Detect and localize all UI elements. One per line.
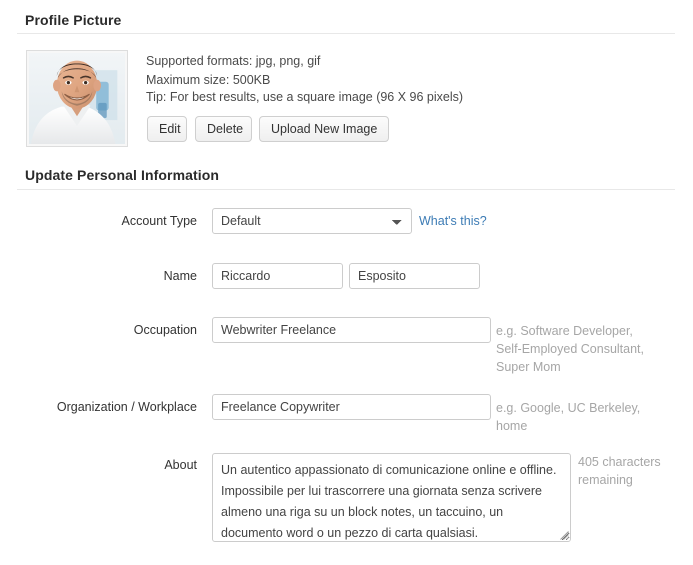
occupation-label: Occupation xyxy=(133,323,197,337)
account-type-label: Account Type xyxy=(121,214,197,228)
about-textarea[interactable] xyxy=(212,453,571,542)
delete-button[interactable]: Delete xyxy=(195,116,252,142)
organization-input[interactable] xyxy=(212,394,491,420)
profile-picture-divider xyxy=(17,33,675,34)
upload-new-image-button[interactable]: Upload New Image xyxy=(259,116,389,142)
supported-formats-text: Supported formats: jpg, png, gif xyxy=(146,54,321,68)
edit-button[interactable]: Edit xyxy=(147,116,187,142)
name-label: Name xyxy=(163,269,197,283)
profile-settings-page: Profile Picture Supported formats: jpg, … xyxy=(0,0,693,565)
last-name-input[interactable] xyxy=(349,263,480,289)
first-name-input[interactable] xyxy=(212,263,343,289)
update-personal-information-heading: Update Personal Information xyxy=(25,167,220,183)
occupation-input[interactable] xyxy=(212,317,491,343)
about-label: About xyxy=(164,458,197,472)
occupation-hint: e.g. Software Developer, Self-Employed C… xyxy=(496,324,644,374)
about-character-counter: 405 characters remaining xyxy=(578,455,661,487)
organization-hint: e.g. Google, UC Berkeley, home xyxy=(496,401,641,433)
avatar[interactable] xyxy=(26,50,128,147)
maximum-size-text: Maximum size: 500KB xyxy=(146,73,271,87)
profile-photo-image xyxy=(29,53,125,144)
tip-text: Tip: For best results, use a square imag… xyxy=(146,90,464,104)
personal-information-divider xyxy=(17,189,675,190)
organization-label: Organization / Workplace xyxy=(56,400,197,414)
account-type-select[interactable]: Default xyxy=(212,208,412,234)
profile-picture-heading: Profile Picture xyxy=(25,12,122,28)
whats-this-link[interactable]: What's this? xyxy=(419,214,487,228)
